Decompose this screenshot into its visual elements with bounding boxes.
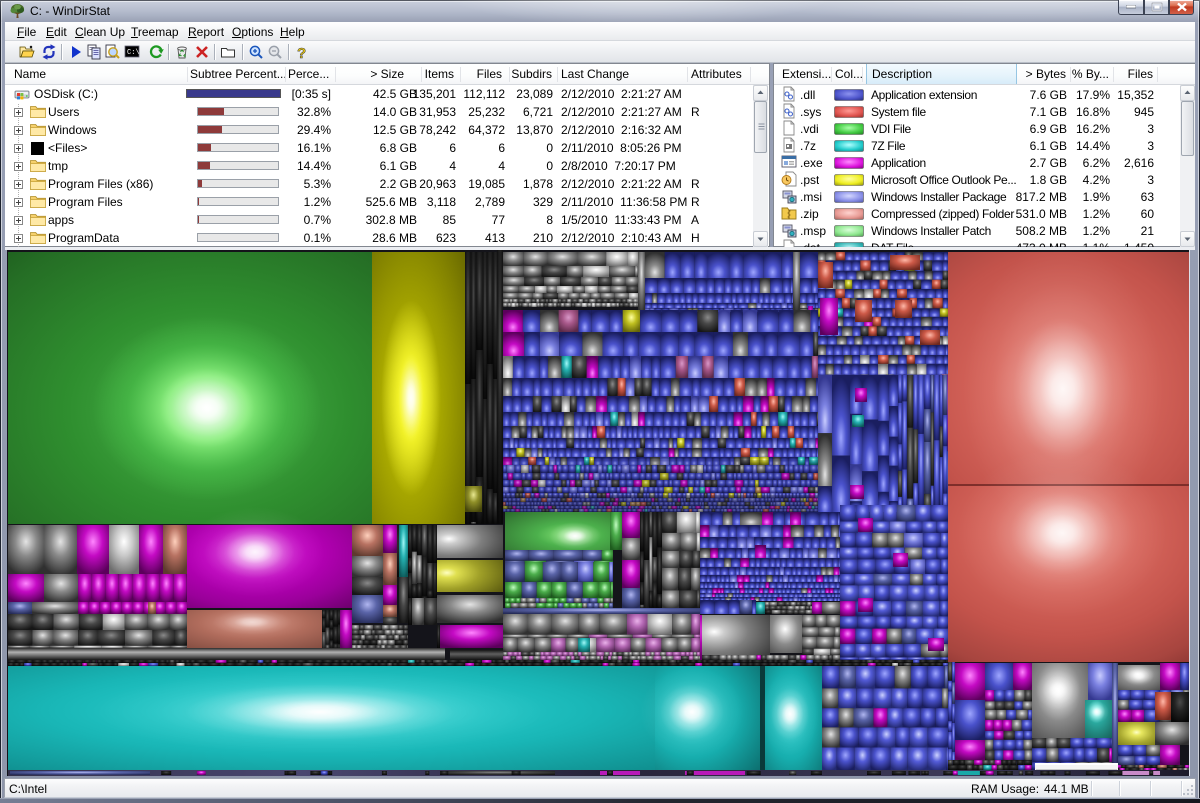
svg-text:C:\: C:\ <box>127 49 140 57</box>
svg-text:?: ? <box>297 45 306 60</box>
